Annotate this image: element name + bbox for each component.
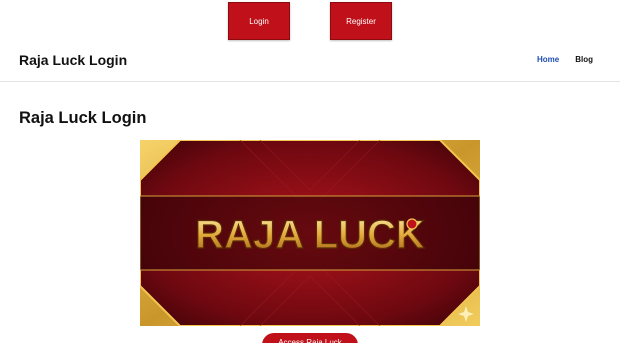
banner-logo-text: RAJA LUCK [195, 213, 425, 257]
page-title: Raja Luck Login [19, 109, 147, 127]
nav-item-blog[interactable]: Blog [575, 55, 593, 64]
raja-luck-banner-image: RAJA LUCK [140, 140, 480, 326]
login-button[interactable]: Login [228, 2, 290, 40]
top-actions: Login Register [0, 0, 620, 42]
register-button[interactable]: Register [330, 2, 392, 40]
main-nav: Home Blog [537, 55, 593, 64]
site-title[interactable]: Raja Luck Login [19, 52, 127, 68]
site-header: Raja Luck Login Home Blog [0, 42, 620, 82]
banner-graphic: RAJA LUCK [140, 140, 480, 326]
nav-item-home[interactable]: Home [537, 55, 559, 64]
access-raja-luck-button[interactable]: Access Raja Luck [262, 333, 358, 343]
